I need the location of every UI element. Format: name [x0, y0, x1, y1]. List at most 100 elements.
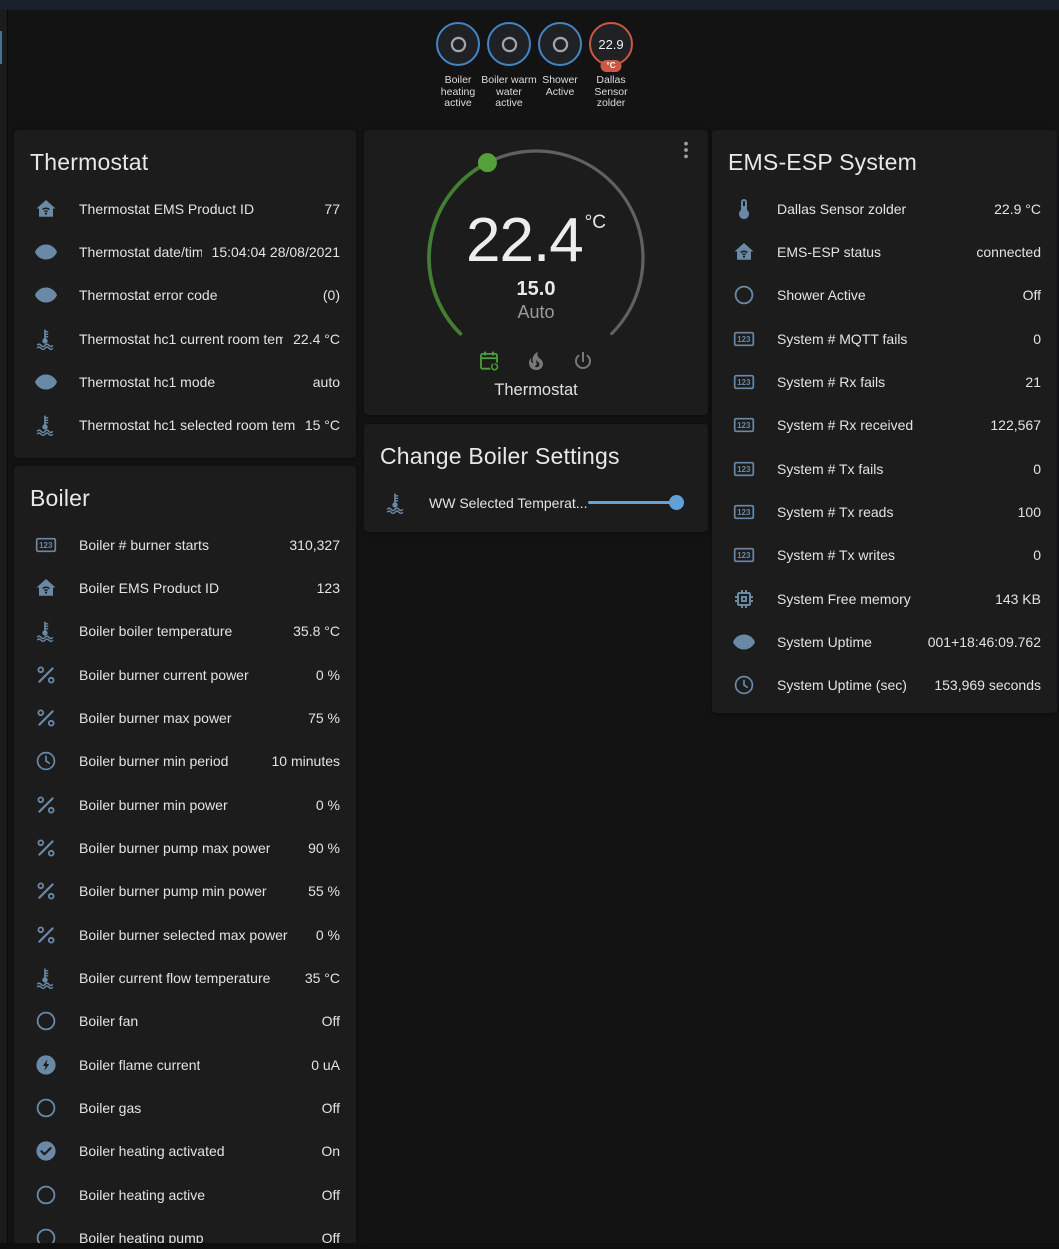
percent-icon [34, 663, 58, 687]
entity-row[interactable]: Boiler heating activatedOn [14, 1130, 356, 1173]
entity-row[interactable]: 123System # Tx writes0 [712, 534, 1057, 577]
entity-row[interactable]: Boiler heating activeOff [14, 1173, 356, 1216]
entity-row[interactable]: Boiler burner current power0 % [14, 653, 356, 696]
thermometer-icon [732, 197, 756, 221]
entity-row[interactable]: Boiler fanOff [14, 1000, 356, 1043]
badge-circle: 22.9 °C [589, 22, 633, 66]
home-icon [34, 576, 58, 600]
entity-label: System Free memory [777, 591, 911, 607]
scrollbar-thumb[interactable] [0, 31, 2, 64]
entity-row[interactable]: 123 System # Tx fails 0 [712, 447, 1057, 490]
entity-label: System # Tx fails [777, 461, 883, 477]
entity-row[interactable]: Boiler flame current0 uA [14, 1043, 356, 1086]
entity-row[interactable]: 123System # Rx fails21 [712, 360, 1057, 403]
clock-icon [34, 749, 58, 773]
entity-label: System Uptime [777, 634, 872, 650]
entity-row[interactable]: Boiler gasOff [14, 1086, 356, 1129]
hvac-mode-label: Auto [364, 302, 708, 323]
coolant-thermometer-icon [34, 619, 58, 643]
coolant-thermometer-icon [384, 491, 408, 515]
entity-row[interactable]: 123System # MQTT fails0 [712, 317, 1057, 360]
entity-value: 0 [1023, 331, 1041, 347]
mode-auto-button[interactable] [477, 349, 501, 373]
entity-row[interactable]: 123System # Tx reads100 [712, 490, 1057, 533]
entity-value: 77 [314, 201, 340, 217]
entity-row[interactable]: Thermostat hc1 modeauto [14, 360, 356, 403]
entity-label: System # Rx fails [777, 374, 885, 390]
entity-row[interactable]: Boiler boiler temperature35.8 °C [14, 610, 356, 653]
ring-icon [448, 34, 469, 55]
thermostat-entities-card: Thermostat Thermostat EMS Product ID77Th… [14, 130, 356, 458]
entity-value: 22.9 °C [984, 201, 1041, 217]
badge-dallas-sensor-zolder[interactable]: 22.9 °C Dallas Sensor zolder [589, 22, 633, 110]
thermostat-dial-card: 22.4°C 15.0 Auto Thermostat [364, 130, 708, 415]
entity-label: Boiler gas [79, 1100, 141, 1116]
entity-row[interactable]: Boiler burner pump max power90 % [14, 826, 356, 869]
entity-row[interactable]: EMS-ESP statusconnected [712, 230, 1057, 273]
dashboard: Boiler heating active Boiler warm water … [0, 0, 1059, 1249]
entity-label: Thermostat hc1 mode [79, 374, 215, 390]
entity-label: Boiler current flow temperature [79, 970, 270, 986]
entity-label: Boiler burner pump min power [79, 883, 267, 899]
badge-label: Shower Active [532, 75, 588, 98]
mode-off-button[interactable] [571, 349, 595, 373]
entity-row[interactable]: System Uptime001+18:46:09.762 [712, 620, 1057, 663]
entity-row[interactable]: Boiler EMS Product ID123 [14, 566, 356, 609]
entity-value: 100 [1008, 504, 1041, 520]
entity-rows: 123Boiler # burner starts310,327Boiler E… [14, 514, 356, 1249]
dial-handle[interactable] [478, 153, 497, 172]
badge-boiler-heating-active[interactable]: Boiler heating active [436, 22, 480, 110]
svg-text:123: 123 [737, 465, 751, 474]
counter-icon: 123 [732, 500, 756, 524]
counter-icon: 123 [732, 457, 756, 481]
entity-label: Boiler heating activated [79, 1143, 225, 1159]
badge-shower-active[interactable]: Shower Active [538, 22, 582, 110]
entity-label: Boiler boiler temperature [79, 623, 232, 639]
entity-value: 0 [1023, 461, 1041, 477]
entity-row[interactable]: System Free memory143 KB [712, 577, 1057, 620]
entity-value: 22.4 °C [283, 331, 340, 347]
entity-row[interactable]: Boiler burner min power0 % [14, 783, 356, 826]
ww-selected-temperature-row[interactable]: WW Selected Temperat... [364, 481, 708, 524]
entity-row[interactable]: Thermostat hc1 current room temper...22.… [14, 317, 356, 360]
entity-row[interactable]: Boiler burner min period10 minutes [14, 740, 356, 783]
badge-value: 22.9 [598, 37, 623, 52]
entity-row[interactable]: Boiler current flow temperature35 °C [14, 956, 356, 999]
entity-label: Boiler # burner starts [79, 537, 209, 553]
slider-knob[interactable] [669, 495, 684, 510]
entity-row[interactable]: Boiler burner max power75 % [14, 696, 356, 739]
badge-boiler-warm-water-active[interactable]: Boiler warm water active [487, 22, 531, 110]
entity-label: Boiler EMS Product ID [79, 580, 219, 596]
entity-row[interactable]: Thermostat hc1 selected room temper...15… [14, 404, 356, 447]
mode-heat-button[interactable] [524, 349, 548, 373]
badge-circle [538, 22, 582, 66]
ww-temperature-slider[interactable] [588, 493, 684, 513]
eye-icon [732, 630, 756, 654]
more-options-button[interactable] [674, 138, 698, 162]
entity-value: Off [312, 1013, 340, 1029]
entity-label: System # Tx writes [777, 547, 895, 563]
entity-row[interactable]: Shower ActiveOff [712, 274, 1057, 317]
entity-row[interactable]: Thermostat EMS Product ID77 [14, 187, 356, 230]
svg-text:123: 123 [737, 335, 751, 344]
entity-row[interactable]: System Uptime (sec)153,969 seconds [712, 664, 1057, 707]
percent-icon [34, 836, 58, 860]
current-temperature: 22.4°C [364, 210, 708, 272]
entity-row[interactable]: Boiler burner selected max power0 % [14, 913, 356, 956]
entity-row[interactable]: Boiler burner pump min power55 % [14, 870, 356, 913]
svg-text:123: 123 [39, 541, 53, 550]
circle-outline-icon [732, 283, 756, 307]
entity-row[interactable]: Thermostat date/time15:04:04 28/08/2021 [14, 230, 356, 273]
svg-text:123: 123 [737, 551, 751, 560]
entity-row[interactable]: Dallas Sensor zolder22.9 °C [712, 187, 1057, 230]
entity-row[interactable]: 123Boiler # burner starts310,327 [14, 523, 356, 566]
percent-icon [34, 923, 58, 947]
percent-icon [34, 793, 58, 817]
svg-text:123: 123 [737, 378, 751, 387]
card-title: Boiler [14, 466, 356, 514]
entity-label: Thermostat hc1 current room temper... [79, 331, 283, 347]
entity-label: Boiler flame current [79, 1057, 200, 1073]
counter-icon: 123 [732, 327, 756, 351]
entity-row[interactable]: 123System # Rx received122,567 [712, 404, 1057, 447]
entity-row[interactable]: Thermostat error code(0) [14, 274, 356, 317]
